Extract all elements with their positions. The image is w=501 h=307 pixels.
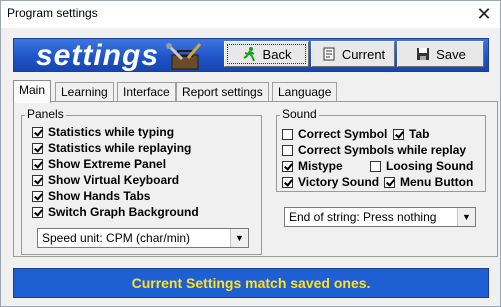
checkbox-show-extreme-panel[interactable]: Show Extreme Panel xyxy=(32,157,166,171)
checkbox-loosing-sound[interactable]: Loosing Sound xyxy=(370,159,473,173)
checkbox-box[interactable] xyxy=(32,126,43,138)
checkbox-box[interactable] xyxy=(282,144,293,156)
checkbox-box[interactable] xyxy=(393,128,404,140)
current-button-label: Current xyxy=(341,46,386,62)
checkbox-label: Victory Sound xyxy=(298,175,380,189)
checkbox-show-hands-tabs[interactable]: Show Hands Tabs xyxy=(32,189,150,203)
title-bar: Program settings ✕ xyxy=(1,1,500,28)
settings-header: settings Back Current Save xyxy=(13,38,489,72)
floppy-disk-icon xyxy=(417,48,430,60)
save-button-label: Save xyxy=(436,46,466,62)
checkbox-statistics-while-typing[interactable]: Statistics while typing xyxy=(32,125,174,139)
checkbox-box[interactable] xyxy=(32,158,43,170)
checkbox-box[interactable] xyxy=(370,160,381,172)
save-button[interactable]: Save xyxy=(397,41,484,67)
end-of-string-value: End of string: Press nothing xyxy=(289,210,437,224)
settings-logo-text: settings xyxy=(36,39,160,72)
checkbox-label: Tab xyxy=(409,127,430,141)
checkbox-box[interactable] xyxy=(282,160,293,172)
checkbox-label: Show Hands Tabs xyxy=(48,189,151,203)
checkbox-box[interactable] xyxy=(32,174,43,186)
checkbox-switch-graph-background[interactable]: Switch Graph Background xyxy=(32,205,199,219)
document-icon xyxy=(323,47,335,61)
checkbox-label: Switch Graph Background xyxy=(48,205,199,219)
tab-language[interactable]: Language xyxy=(272,82,338,102)
dropdown-arrow-icon[interactable]: ▼ xyxy=(230,229,248,247)
checkbox-tab[interactable]: Tab xyxy=(393,127,429,141)
checkbox-box[interactable] xyxy=(32,142,43,154)
checkbox-victory-sound[interactable]: Victory Sound xyxy=(282,175,379,189)
end-of-string-select[interactable]: End of string: Press nothing ▼ xyxy=(284,207,476,227)
checkbox-box[interactable] xyxy=(32,190,43,202)
current-button[interactable]: Current xyxy=(311,41,395,67)
window-title: Program settings xyxy=(7,6,98,20)
checkbox-statistics-while-replaying[interactable]: Statistics while replaying xyxy=(32,141,191,155)
close-icon[interactable]: ✕ xyxy=(474,4,494,24)
tab-interface[interactable]: Interface xyxy=(117,82,176,102)
checkbox-label: Mistype xyxy=(298,159,343,173)
checkbox-show-virtual-keyboard[interactable]: Show Virtual Keyboard xyxy=(32,173,179,187)
speed-unit-select[interactable]: Speed unit: CPM (char/min) ▼ xyxy=(37,228,249,248)
program-settings-window: Program settings ✕ settings Back Current… xyxy=(0,0,501,307)
checkbox-box[interactable] xyxy=(282,128,293,140)
sound-group: Sound Correct Symbol Tab Correct Symbols… xyxy=(276,107,486,192)
checkbox-correct-symbol[interactable]: Correct Symbol xyxy=(282,127,387,141)
back-button-label: Back xyxy=(262,46,292,62)
checkbox-label: Correct Symbol xyxy=(298,127,388,141)
checkbox-label: Show Extreme Panel xyxy=(48,157,167,171)
checkbox-label: Statistics while typing xyxy=(48,125,175,139)
dropdown-arrow-icon[interactable]: ▼ xyxy=(457,208,475,226)
checkbox-correct-symbols-while-replay[interactable]: Correct Symbols while replay xyxy=(282,143,466,157)
checkbox-label: Menu Button xyxy=(400,175,474,189)
tab-main[interactable]: Main xyxy=(13,80,52,103)
checkbox-label: Loosing Sound xyxy=(386,159,474,173)
tab-report-settings[interactable]: Report settings xyxy=(176,82,269,102)
speed-unit-value: Speed unit: CPM (char/min) xyxy=(42,231,191,245)
checkbox-label: Correct Symbols while replay xyxy=(298,143,467,157)
status-message: Current Settings match saved ones. xyxy=(131,275,371,291)
running-man-icon xyxy=(242,47,255,62)
status-bar: Current Settings match saved ones. xyxy=(13,268,489,298)
checkbox-mistype[interactable]: Mistype xyxy=(282,159,343,173)
panels-group-label: Panels xyxy=(25,107,66,121)
checkbox-label: Show Virtual Keyboard xyxy=(48,173,180,187)
panels-group: Panels Statistics while typing Statistic… xyxy=(21,107,262,255)
toolbox-icon xyxy=(166,43,202,70)
checkbox-box[interactable] xyxy=(32,206,43,218)
sound-group-label: Sound xyxy=(280,107,319,121)
checkbox-box[interactable] xyxy=(384,176,395,188)
checkbox-box[interactable] xyxy=(282,176,293,188)
checkbox-menu-button[interactable]: Menu Button xyxy=(384,175,473,189)
back-button[interactable]: Back xyxy=(224,41,309,67)
main-tab-panel: Panels Statistics while typing Statistic… xyxy=(13,101,498,257)
checkbox-label: Statistics while replaying xyxy=(48,141,192,155)
tab-learning[interactable]: Learning xyxy=(55,82,114,102)
